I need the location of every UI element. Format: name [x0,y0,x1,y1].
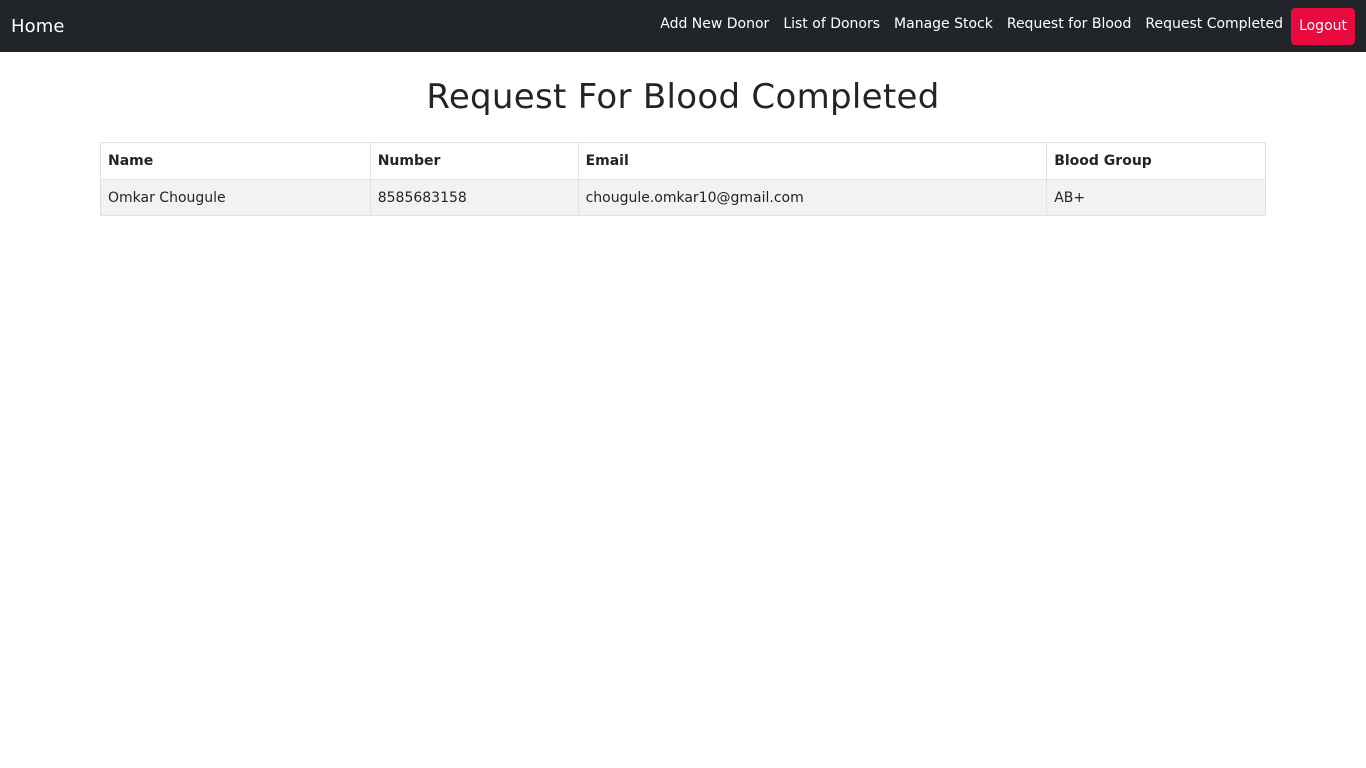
page-title: Request For Blood Completed [426,77,940,117]
completed-requests-table-wrap: Name Number Email Blood Group Omkar Chou… [100,142,1266,216]
nav-manage-stock[interactable]: Manage Stock [887,16,1000,32]
nav-links: Add New Donor List of Donors Manage Stoc… [653,0,1355,52]
cell-blood-group: AB+ [1046,179,1266,216]
column-header-number: Number [369,142,579,180]
logout-button[interactable]: Logout [1291,7,1355,45]
table-header-row: Name Number Email Blood Group [100,142,1266,180]
cell-email: chougule.omkar10@gmail.com [577,179,1048,216]
top-navbar: Home Add New Donor List of Donors Manage… [0,0,1366,52]
cell-name: Omkar Chougule [100,179,371,216]
column-header-name: Name [100,142,371,180]
nav-list-of-donors[interactable]: List of Donors [776,16,887,32]
nav-request-completed[interactable]: Request Completed [1138,16,1290,32]
nav-add-new-donor[interactable]: Add New Donor [653,16,776,32]
completed-requests-table: Name Number Email Blood Group Omkar Chou… [100,142,1266,216]
cell-number: 8585683158 [369,179,579,216]
column-header-email: Email [577,142,1048,180]
column-header-blood-group: Blood Group [1046,142,1266,180]
home-link[interactable]: Home [11,16,65,37]
nav-request-for-blood[interactable]: Request for Blood [1000,16,1139,32]
table-row: Omkar Chougule 8585683158 chougule.omkar… [100,179,1266,216]
